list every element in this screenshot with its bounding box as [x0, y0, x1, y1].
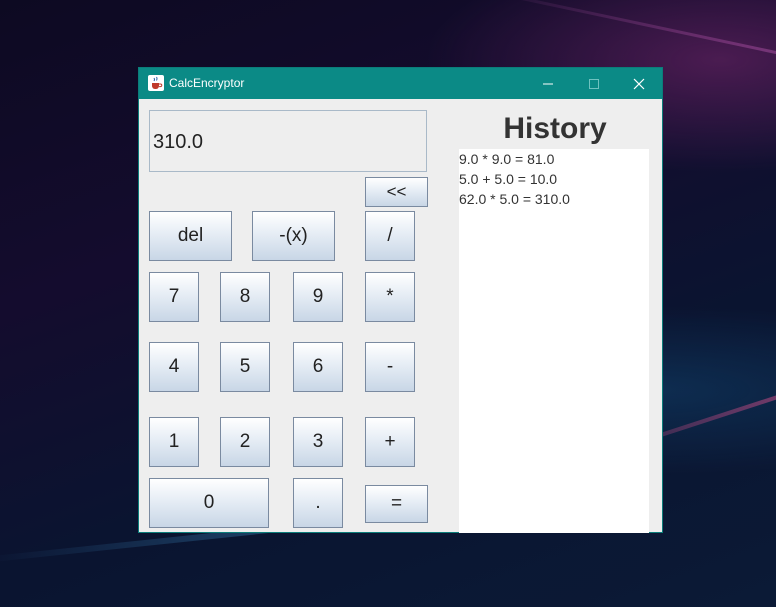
digit-0-button[interactable]: 0: [149, 478, 269, 528]
history-entry: 62.0 * 5.0 = 310.0: [459, 191, 570, 207]
history-entry: 5.0 + 5.0 = 10.0: [459, 171, 558, 187]
wallpaper-light-streak: [463, 0, 776, 59]
minimize-icon: [543, 83, 553, 84]
minus-button[interactable]: -: [365, 342, 415, 392]
maximize-icon: [589, 78, 599, 89]
minimize-button[interactable]: [525, 68, 571, 99]
digit-3-button[interactable]: 3: [293, 417, 343, 467]
digit-2-button[interactable]: 2: [220, 417, 270, 467]
close-icon: [633, 78, 645, 89]
history-title: History: [503, 112, 607, 145]
multiply-button[interactable]: *: [365, 272, 415, 322]
window-title: CalcEncryptor: [169, 76, 245, 90]
digit-5-button[interactable]: 5: [220, 342, 270, 392]
decimal-point-button[interactable]: .: [293, 478, 343, 528]
title-bar[interactable]: CalcEncryptor: [139, 68, 662, 99]
maximize-button[interactable]: [571, 68, 617, 99]
calc-window: CalcEncryptor 310.0 << del -(x) / 7 8 9 …: [138, 67, 663, 533]
history-list[interactable]: 9.0 * 9.0 = 81.0 5.0 + 5.0 = 10.0 62.0 *…: [459, 149, 649, 533]
close-button[interactable]: [616, 68, 662, 99]
digit-9-button[interactable]: 9: [293, 272, 343, 322]
digit-6-button[interactable]: 6: [293, 342, 343, 392]
equals-button[interactable]: =: [365, 485, 428, 523]
digit-7-button[interactable]: 7: [149, 272, 199, 322]
digit-8-button[interactable]: 8: [220, 272, 270, 322]
result-display: 310.0: [149, 110, 427, 172]
divide-button[interactable]: /: [365, 211, 415, 261]
digit-1-button[interactable]: 1: [149, 417, 199, 467]
digit-4-button[interactable]: 4: [149, 342, 199, 392]
backspace-button[interactable]: <<: [365, 177, 428, 207]
negate-button[interactable]: -(x): [252, 211, 335, 261]
java-cup-icon: [148, 75, 164, 91]
del-button[interactable]: del: [149, 211, 232, 261]
history-entry: 9.0 * 9.0 = 81.0: [459, 151, 555, 167]
plus-button[interactable]: +: [365, 417, 415, 467]
